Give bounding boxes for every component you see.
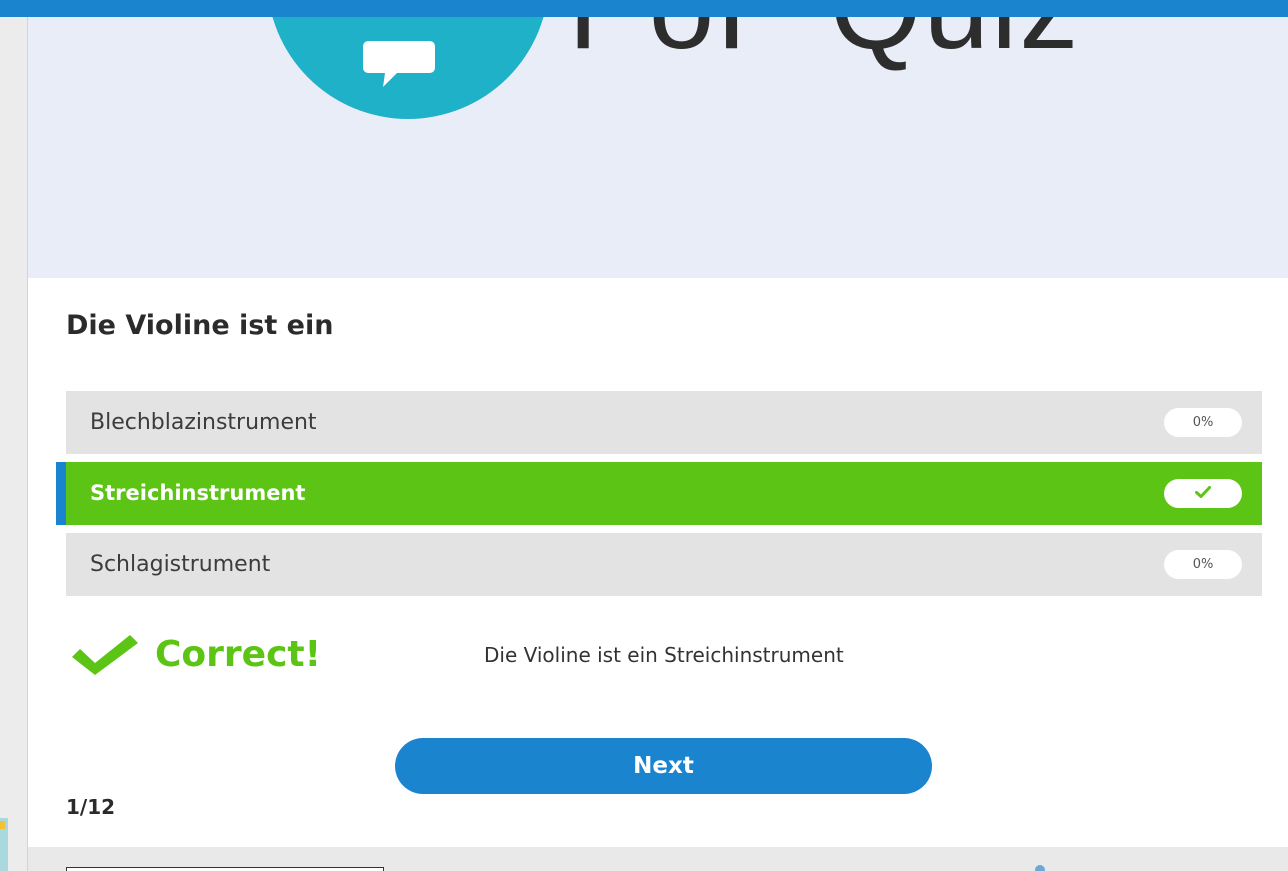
logo-circle xyxy=(267,17,549,119)
quiz-page: PoP Quiz Die Violine ist ein Blechblazin… xyxy=(0,0,1288,871)
logo-wordmark: PoP Quiz xyxy=(568,17,1080,67)
bottom-strip xyxy=(28,847,1288,871)
answer-list: Blechblazinstrument 0% Streichinstrument… xyxy=(56,391,1262,604)
answer-label: Streichinstrument xyxy=(90,481,306,505)
percent-badge: 0% xyxy=(1164,408,1242,437)
percent-badge: 0% xyxy=(1164,550,1242,579)
answer-label: Blechblazinstrument xyxy=(90,410,317,435)
feedback-explanation: Die Violine ist ein Streichinstrument xyxy=(484,643,844,667)
next-button[interactable]: Next xyxy=(395,738,932,794)
gutter-marker xyxy=(0,821,5,829)
top-accent-bar xyxy=(0,0,1288,17)
bottom-input-box[interactable] xyxy=(66,867,384,871)
answer-option-2-correct[interactable]: Streichinstrument xyxy=(56,462,1262,525)
answer-label: Schlagistrument xyxy=(90,552,271,577)
answer-option-3[interactable]: Schlagistrument 0% xyxy=(66,533,1262,596)
left-gutter xyxy=(0,0,28,871)
bottom-indicator xyxy=(1035,865,1045,871)
speech-bubble-icon xyxy=(363,41,435,87)
answer-option-1[interactable]: Blechblazinstrument 0% xyxy=(66,391,1262,454)
correct-badge xyxy=(1164,479,1242,508)
feedback-title: Correct! xyxy=(155,634,322,675)
check-icon xyxy=(72,635,138,675)
question-progress: 1/12 xyxy=(66,795,116,819)
quiz-banner: PoP Quiz xyxy=(28,17,1288,278)
check-icon xyxy=(1195,486,1211,498)
question-text: Die Violine ist ein xyxy=(66,310,334,341)
